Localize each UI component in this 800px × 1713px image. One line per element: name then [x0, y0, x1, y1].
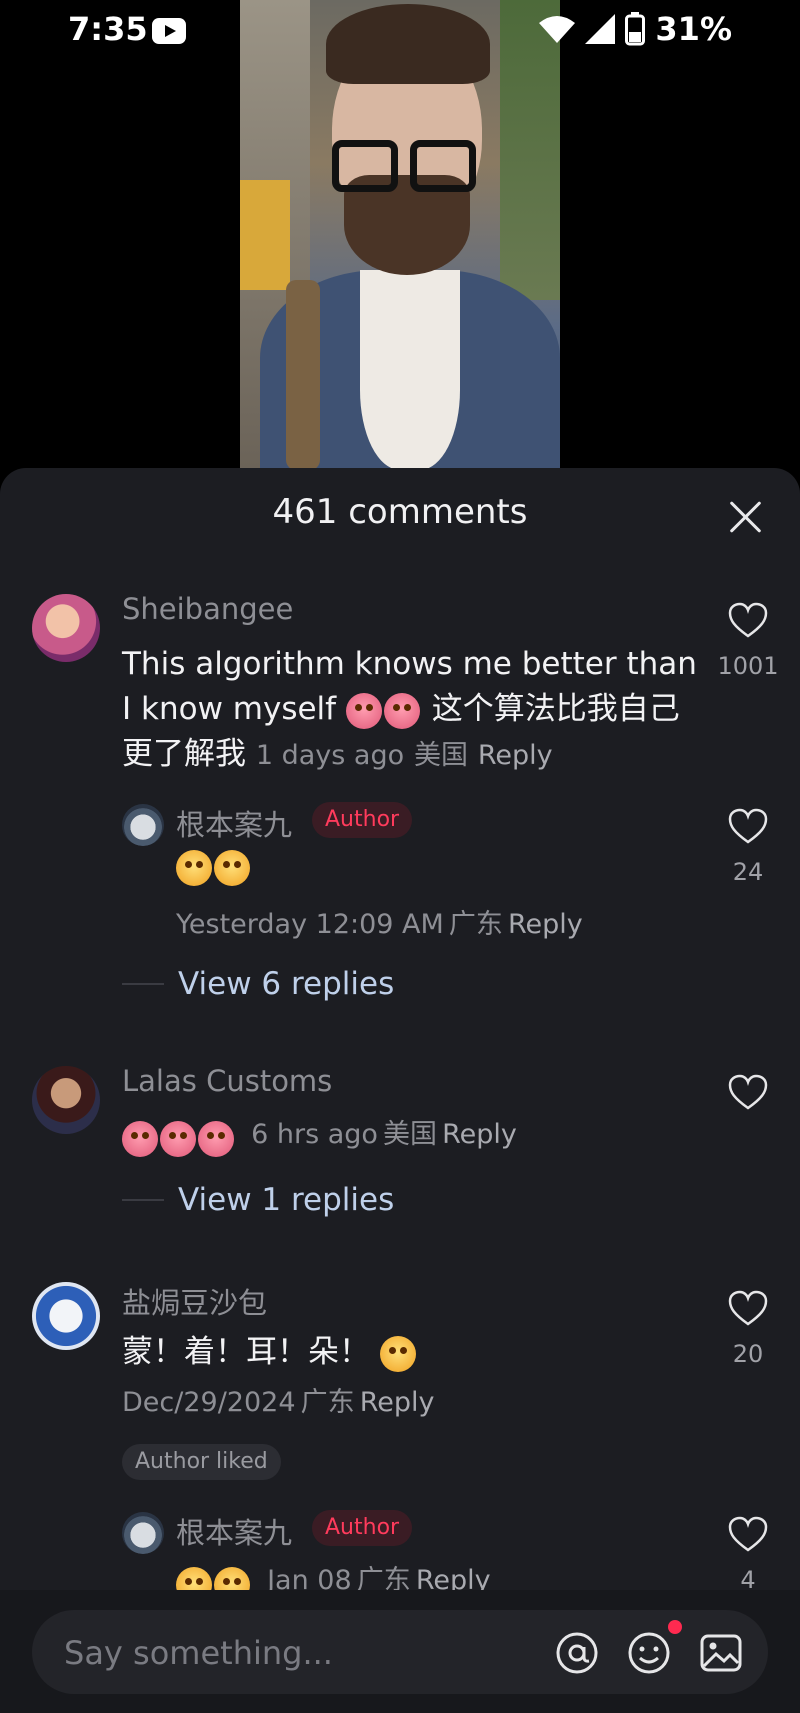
comment-text: 蒙！着！耳！朵！ [122, 1330, 702, 1375]
like-count: 1001 [717, 652, 779, 680]
heart-icon[interactable] [728, 1290, 768, 1326]
comment-input[interactable] [62, 1628, 546, 1678]
avatar[interactable] [122, 1512, 164, 1554]
like-count: 24 [732, 858, 764, 886]
crying-emoji-icon [160, 1120, 196, 1157]
comment-text: This algorithm knows me better than I kn… [122, 646, 697, 772]
like-count: 20 [732, 1340, 764, 1368]
smirk-emoji-icon [176, 850, 212, 886]
video-player[interactable] [240, 0, 560, 468]
comment-meta: Dec/29/2024 广东 Reply [122, 1380, 434, 1419]
reply-username[interactable]: 根本案九 [176, 1510, 292, 1552]
comment-username[interactable]: Lalas Customs [122, 1064, 332, 1098]
reply-meta: Yesterday 12:09 AM 广东 Reply [176, 902, 583, 941]
reply-emojis [176, 850, 252, 886]
video-person-glasses [332, 140, 484, 198]
comment-location: 美国 [383, 1119, 438, 1150]
crying-emoji-icon [122, 1120, 158, 1157]
cell-signal-icon [585, 14, 616, 44]
battery-icon [625, 12, 646, 46]
comment-input-bar [0, 1590, 800, 1713]
comment-username[interactable]: 盐焗豆沙包 [122, 1280, 267, 1322]
avatar[interactable] [32, 1066, 100, 1134]
view-replies-button[interactable]: View 6 replies [122, 966, 394, 1002]
comment-username[interactable]: Sheibangee [122, 592, 293, 626]
crying-emoji-icon [198, 1120, 234, 1157]
reply-button[interactable]: Reply [508, 909, 583, 940]
status-bar: 7:35 31% [0, 0, 800, 62]
heart-icon[interactable] [728, 1074, 768, 1110]
mention-icon[interactable] [554, 1630, 600, 1676]
view-replies-button[interactable]: View 1 replies [122, 1182, 394, 1218]
heart-icon[interactable] [728, 808, 768, 844]
comment-body: 6 hrs ago 美国 Reply [122, 1112, 517, 1157]
comments-count-title: 461 comments [272, 492, 528, 532]
avatar[interactable] [122, 804, 164, 846]
author-badge: Author [312, 802, 413, 838]
smirk-emoji-icon [214, 850, 250, 886]
author-liked-badge: Author liked [122, 1444, 281, 1480]
video-background-sign [240, 180, 290, 290]
video-person-shirt [360, 270, 460, 468]
comments-sheet: 461 comments Sheibangee This algorithm k… [0, 468, 800, 1713]
reply-location: 广东 [448, 909, 503, 940]
status-time: 7:35 [68, 10, 148, 48]
close-icon[interactable] [724, 496, 766, 538]
reply-button[interactable]: Reply [478, 740, 553, 771]
crying-emoji-icon [345, 692, 382, 729]
avatar[interactable] [32, 1282, 100, 1350]
new-emoji-indicator [668, 1620, 682, 1634]
image-icon[interactable] [698, 1630, 744, 1676]
avatar[interactable] [32, 594, 100, 662]
emoji-icon[interactable] [626, 1630, 672, 1676]
wifi-icon [539, 16, 576, 43]
reply-button[interactable]: Reply [360, 1387, 435, 1418]
crying-emoji-icon [383, 692, 420, 729]
comment-input-container [32, 1610, 768, 1694]
youtube-notification-icon [152, 18, 186, 44]
comment-location: 广东 [300, 1387, 355, 1418]
heart-icon[interactable] [728, 602, 768, 638]
comment-time: Dec/29/2024 [122, 1387, 296, 1418]
heart-icon[interactable] [728, 1516, 768, 1552]
status-icons: 31% [539, 10, 732, 48]
battery-percent: 31% [655, 10, 732, 48]
comment-time: 1 days ago [255, 740, 405, 771]
smirk-emoji-icon [379, 1335, 416, 1372]
comment-location: 美国 [414, 740, 468, 771]
video-person-bag-strap [286, 280, 320, 468]
reply-username[interactable]: 根本案九 [176, 802, 292, 844]
author-badge: Author [312, 1510, 413, 1546]
reply-time: Yesterday 12:09 AM [176, 909, 444, 940]
comment-time: 6 hrs ago [251, 1119, 378, 1150]
reply-button[interactable]: Reply [442, 1119, 517, 1150]
